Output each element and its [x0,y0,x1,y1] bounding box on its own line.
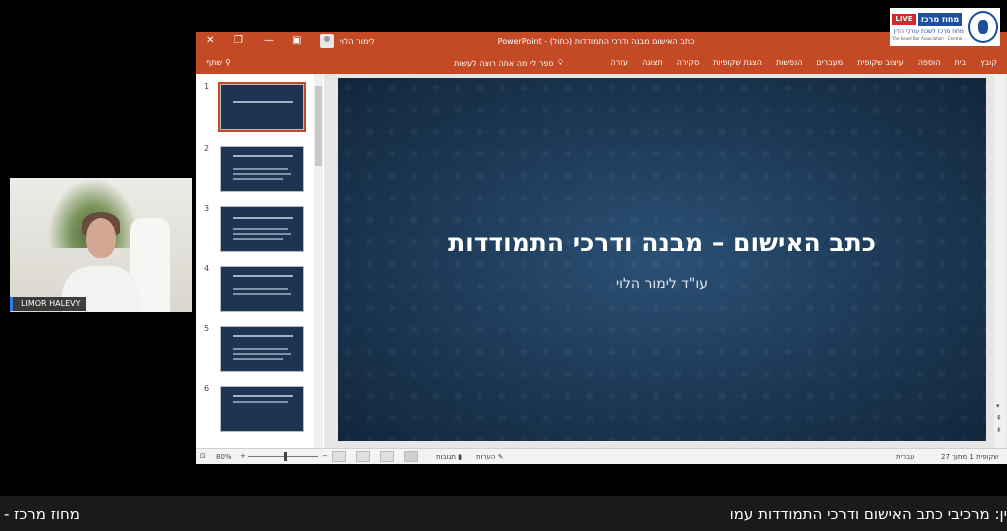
person-icon: ⚲ [225,58,231,67]
ticker-right-text: ין: מרכיבי כתב האישום ודרכי התמודדות עמו [729,505,1007,523]
editor-area: 1 2 3 4 5 6 כתב האישום – מבנה ודרכי התמו… [196,74,1007,448]
tab-transitions[interactable]: מעברים [817,58,844,67]
thumbnail-6[interactable]: 6 [200,384,310,434]
notes-label: הערות [476,453,496,461]
fit-slide-icon[interactable]: ⊡ [200,452,206,460]
restore-icon[interactable]: ❐ [234,35,243,46]
document-title: כתב האישום מבנה ודרכי התמודדות (כתול) - … [497,37,695,46]
thumbnail-3[interactable]: 3 [200,204,310,254]
ticker-left-text: מחוז מרכז - [4,505,80,523]
tab-design[interactable]: עיצוב שקופית [857,58,903,67]
thumbnails-scrollbar[interactable] [314,74,323,448]
screen: ✕ ❐ — ▣ לימור הלוי כתב האישום מבנה ודרכי… [0,0,1007,531]
slide-counter: שקופית 1 מתוך 27 [941,453,999,461]
tab-review[interactable]: סקירה [677,58,699,67]
zoom-out-icon[interactable]: − [322,452,328,460]
language-indicator[interactable]: עברית [896,453,915,461]
avatar-icon [320,34,334,48]
slide-thumbnails-pane: 1 2 3 4 5 6 [196,74,324,448]
current-slide[interactable]: כתב האישום – מבנה ודרכי התמודדות עו"ד לי… [338,78,986,441]
presenter-head [86,218,116,258]
normal-view-icon[interactable] [404,451,418,462]
user-name: לימור הלוי [340,36,375,46]
slide-title: כתב האישום – מבנה ודרכי התמודדות [448,228,876,257]
comments-button[interactable]: תגובות ▮ [436,453,462,461]
status-bar: ⊡ 80% + − תגובות ▮ הערות ✎ עברית שקופית … [196,448,1007,464]
slide-scrollbar[interactable]: ▾ ⇞ ⇟ [994,74,1006,448]
share-label: שתף [206,58,223,67]
next-slide-icon[interactable]: ⇟ [996,426,1002,434]
logo-name: מחוז מרכז [918,13,962,26]
thumbnail-2[interactable]: 2 [200,144,310,194]
presenter-name-tag: LIMOR HALEVY [10,297,87,311]
thumbnail-5[interactable]: 5 [200,324,310,374]
account-area[interactable]: לימור הלוי [320,34,375,48]
comment-icon: ▮ [458,453,463,461]
thumbnail-slide [220,146,304,192]
thumbnail-4[interactable]: 4 [200,264,310,314]
scrollbar-thumb[interactable] [315,86,322,166]
thumbnail-1[interactable]: 1 [200,82,310,132]
thumbnail-slide [220,386,304,432]
tab-view[interactable]: תצוגה [642,58,663,67]
bar-association-emblem-icon [968,11,998,43]
logo-subtitle-english: The Israel Bar Association - Central Dis… [892,36,964,41]
notes-button[interactable]: הערות ✎ [476,453,504,461]
tab-file[interactable]: קובץ [980,58,997,67]
thumbnail-number: 3 [204,204,210,213]
prev-slide-icon[interactable]: ⇞ [996,414,1002,422]
thumbnail-number: 4 [204,264,210,273]
logo-subtitle: מחוז מרכז לשכת עורכי הדין [893,28,964,35]
zoom-level[interactable]: 80% [216,453,232,461]
tab-slideshow[interactable]: הצגת שקופיות [713,58,762,67]
broadcast-logo: LIVE מחוז מרכז מחוז מרכז לשכת עורכי הדין… [890,8,1000,46]
live-badge: LIVE [892,14,916,25]
comments-label: תגובות [436,453,456,461]
title-bar: ✕ ❐ — ▣ לימור הלוי כתב האישום מבנה ודרכי… [196,32,1007,52]
tab-animations[interactable]: הנפשות [776,58,803,67]
tell-me-box[interactable]: 💡︎ ספר לי מה אתה רוצה לעשות [454,58,563,68]
thumbnail-slide [218,82,306,132]
thumbnail-number: 5 [204,324,210,333]
slide-subtitle: עו"ד לימור הלוי [616,276,708,292]
close-icon[interactable]: ✕ [206,35,214,46]
tab-help[interactable]: עזרה [611,58,629,67]
zoom-slider-handle[interactable] [284,452,287,461]
tab-insert[interactable]: הוספה [918,58,941,67]
ribbon: שתף ⚲ 💡︎ ספר לי מה אתה רוצה לעשות קובץ ב… [196,52,1007,74]
news-ticker: מחוז מרכז - ין: מרכיבי כתב האישום ודרכי … [0,496,1007,531]
webcam-feed: LIMOR HALEVY [10,178,192,312]
tell-me-label: ספר לי מה אתה רוצה לעשות [454,58,554,68]
thumbnail-number: 2 [204,144,210,153]
thumbnail-number: 6 [204,384,210,393]
slideshow-view-icon[interactable] [332,451,346,462]
thumbnail-slide [220,266,304,312]
powerpoint-window: ✕ ❐ — ▣ לימור הלוי כתב האישום מבנה ודרכי… [196,32,1007,464]
ribbon-display-icon[interactable]: ▣ [292,35,301,46]
scroll-down-icon[interactable]: ▾ [996,402,1000,410]
lightbulb-icon: 💡︎ [557,58,564,67]
zoom-in-icon[interactable]: + [240,452,246,460]
ribbon-tabs: קובץ בית הוספה עיצוב שקופית מעברים הנפשו… [611,58,997,67]
notes-icon: ✎ [497,453,504,461]
slide-background-pattern [338,78,986,441]
thumbnail-number: 1 [204,82,210,91]
thumbnail-slide [220,326,304,372]
zoom-slider[interactable] [248,456,318,457]
share-button[interactable]: שתף ⚲ [206,58,231,67]
reading-view-icon[interactable] [356,451,370,462]
sorter-view-icon[interactable] [380,451,394,462]
minimize-icon[interactable]: — [264,35,274,46]
tab-home[interactable]: בית [955,58,967,67]
thumbnail-slide [220,206,304,252]
